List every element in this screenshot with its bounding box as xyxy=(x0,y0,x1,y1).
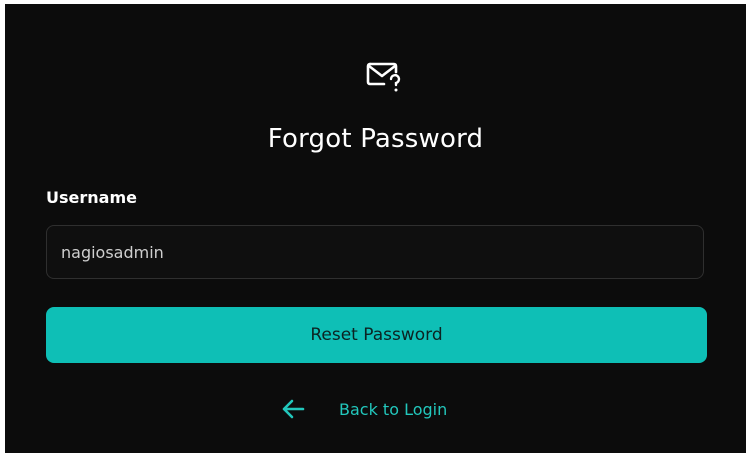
username-input[interactable] xyxy=(46,225,704,279)
page-title: Forgot Password xyxy=(267,124,484,154)
mail-question-icon xyxy=(366,62,401,92)
reset-password-button[interactable]: Reset Password xyxy=(46,307,707,363)
username-label: Username xyxy=(46,188,137,207)
back-to-login-link[interactable]: Back to Login xyxy=(281,394,447,424)
arrow-left-icon xyxy=(282,399,305,419)
forgot-password-panel: Forgot Password Username Reset Password … xyxy=(5,4,746,453)
back-to-login-label: Back to Login xyxy=(339,399,448,419)
